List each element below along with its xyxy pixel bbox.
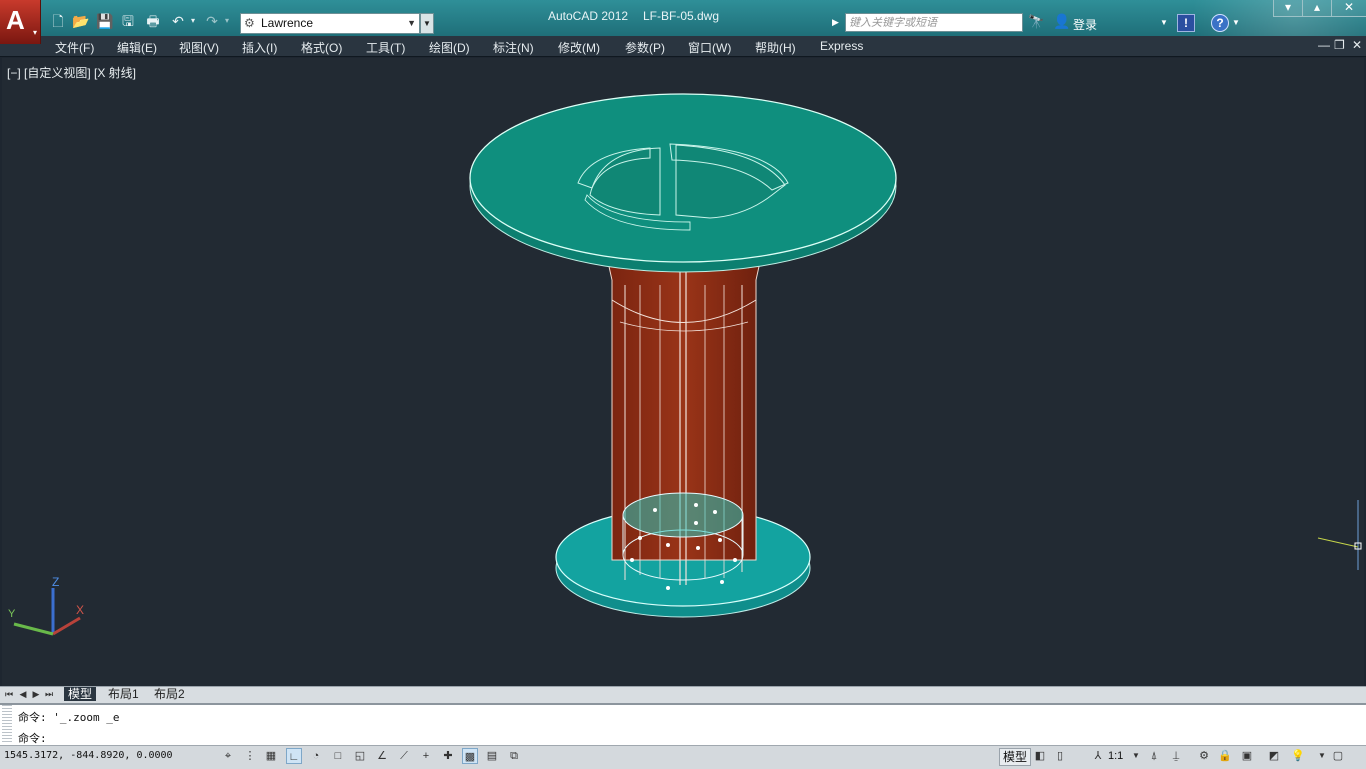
menu-tools[interactable]: 工具(T) [366, 39, 405, 56]
chevron-down-icon: ▾ [32, 28, 37, 37]
annotation-scale-icon[interactable]: ⅄ [1090, 748, 1106, 764]
isolate-objects-icon[interactable]: ◩ [1266, 748, 1282, 764]
hardware-acceleration-icon[interactable]: ▣ [1239, 748, 1255, 764]
layouts-icon[interactable]: ▯ [1052, 748, 1068, 764]
model-space-toggle[interactable]: 模型 [999, 748, 1032, 766]
chevron-down-icon[interactable]: ▼ [1128, 748, 1144, 764]
menu-parametric[interactable]: 参数(P) [625, 39, 665, 56]
first-tab-icon[interactable]: ⏮ [4, 688, 14, 701]
search-expand-icon[interactable]: ▶ [832, 13, 842, 32]
annotation-visibility-icon[interactable]: ⍋ [1146, 748, 1162, 764]
lightbulb-icon[interactable]: 💡 [1290, 748, 1306, 764]
open-icon[interactable]: 📂 [72, 12, 90, 30]
command-input[interactable]: 命令: [18, 730, 47, 746]
ucs-y-label: Y [8, 608, 16, 620]
close-button[interactable]: ✕ [1331, 0, 1366, 17]
prev-tab-icon[interactable]: ◀ [18, 688, 28, 701]
crosshair-cursor [1317, 500, 1362, 570]
lineweight-icon[interactable]: ✚ [440, 748, 456, 764]
menu-file[interactable]: 文件(F) [55, 39, 94, 56]
layout-view-icon[interactable]: ◧ [1032, 748, 1048, 764]
infer-constraints-icon[interactable]: ⌖ [220, 748, 236, 764]
ortho-icon[interactable]: ∟ [286, 748, 302, 764]
snap-mode-icon[interactable]: ⋮ [242, 748, 258, 764]
transparency-icon[interactable]: ▩ [462, 748, 478, 764]
polar-tracking-icon[interactable]: ◔ [308, 748, 324, 764]
undo-dropdown-icon[interactable]: ▾ [188, 12, 198, 30]
ucs-icon [13, 588, 81, 636]
auto-scale-icon[interactable]: ⍊ [1168, 748, 1184, 764]
undo-icon[interactable]: ↶ [169, 12, 187, 30]
chevron-down-icon[interactable]: ▼ [1160, 18, 1168, 27]
doc-close-button[interactable]: ✕ [1352, 38, 1362, 52]
login-button[interactable]: 登录 [1073, 16, 1097, 33]
new-icon[interactable]: 🗋 [49, 12, 67, 30]
lock-icon[interactable]: 🔒 [1217, 748, 1233, 764]
menu-help[interactable]: 帮助(H) [755, 39, 796, 56]
menu-view[interactable]: 视图(V) [179, 39, 219, 56]
menu-dimension[interactable]: 标注(N) [493, 39, 534, 56]
tab-model[interactable]: 模型 [64, 687, 97, 701]
dynamic-ucs-icon[interactable]: ⟋ [396, 748, 412, 764]
coordinates-readout[interactable]: 1545.3172, -844.8920, 0.0000 [4, 750, 173, 761]
menu-modify[interactable]: 修改(M) [558, 39, 600, 56]
tabletop [469, 93, 897, 273]
redo-dropdown-icon[interactable]: ▾ [222, 12, 232, 30]
menu-format[interactable]: 格式(O) [301, 39, 342, 56]
last-tab-icon[interactable]: ⏭ [44, 688, 54, 701]
chevron-down-icon[interactable]: ▼ [1314, 748, 1330, 764]
save-as-icon[interactable]: 🖫 [119, 12, 137, 30]
restore-button[interactable]: ▴ [1302, 0, 1332, 17]
clean-screen-icon[interactable]: ▢ [1330, 748, 1346, 764]
ucs-x-label: X [76, 603, 84, 617]
workspace-value: Lawrence [261, 16, 314, 30]
tab-layout1[interactable]: 布局1 [104, 687, 143, 701]
autocad-logo-icon: A [6, 5, 25, 35]
dynamic-input-icon[interactable]: + [418, 748, 434, 764]
3d-osnap-icon[interactable]: ◱ [352, 748, 368, 764]
chevron-down-icon: ▼ [407, 18, 416, 28]
selection-cycling-icon[interactable]: ⧉ [506, 748, 522, 764]
customize-toolbar-button[interactable]: ▼ [420, 13, 434, 34]
command-grip[interactable] [2, 705, 12, 743]
object-snap-tracking-icon[interactable]: ∠ [374, 748, 390, 764]
menu-window[interactable]: 窗口(W) [688, 39, 731, 56]
help-icon[interactable]: ? [1211, 14, 1229, 32]
print-icon[interactable]: 🖶 [144, 12, 162, 30]
workspace-switch-icon[interactable]: ⚙ [1196, 748, 1212, 764]
user-icon[interactable]: 👤 [1053, 13, 1070, 30]
doc-minimize-button[interactable]: — [1318, 38, 1330, 52]
workspace-select[interactable]: ⚙ Lawrence ▼ [240, 13, 420, 34]
layout-tab-bar [0, 686, 1366, 703]
ucs-z-label: Z [52, 575, 59, 589]
quick-properties-icon[interactable]: ▤ [484, 748, 500, 764]
app-title: AutoCAD 2012 [548, 9, 629, 23]
search-input[interactable]: 键入关键字或短语 [845, 13, 1023, 32]
3d-model[interactable]: Z X Y [0, 56, 1366, 686]
gear-icon: ⚙ [244, 16, 255, 30]
next-tab-icon[interactable]: ▶ [31, 688, 41, 701]
command-window[interactable] [0, 703, 1366, 747]
save-icon[interactable]: 💾 [96, 12, 114, 30]
doc-restore-button[interactable]: ❐ [1334, 38, 1345, 52]
application-menu-button[interactable]: A ▾ [0, 0, 41, 44]
menu-express[interactable]: Express [820, 39, 863, 53]
file-title: LF-BF-05.dwg [643, 9, 720, 23]
grid-icon[interactable]: ▦ [263, 748, 279, 764]
menu-insert[interactable]: 插入(I) [242, 39, 277, 56]
chevron-down-icon[interactable]: ▼ [1232, 18, 1240, 27]
tab-layout2[interactable]: 布局2 [150, 687, 189, 701]
object-snap-icon[interactable]: □ [330, 748, 346, 764]
binoculars-icon[interactable]: 🔭 [1028, 14, 1044, 30]
exchange-icon[interactable]: ! [1177, 14, 1195, 32]
menu-draw[interactable]: 绘图(D) [429, 39, 470, 56]
command-history: 命令: '_.zoom _e [18, 711, 120, 724]
minimize-button[interactable]: ▾ [1273, 0, 1303, 17]
annotation-scale-value[interactable]: 1:1 [1108, 750, 1123, 762]
redo-icon[interactable]: ↷ [203, 12, 221, 30]
menu-edit[interactable]: 编辑(E) [117, 39, 157, 56]
